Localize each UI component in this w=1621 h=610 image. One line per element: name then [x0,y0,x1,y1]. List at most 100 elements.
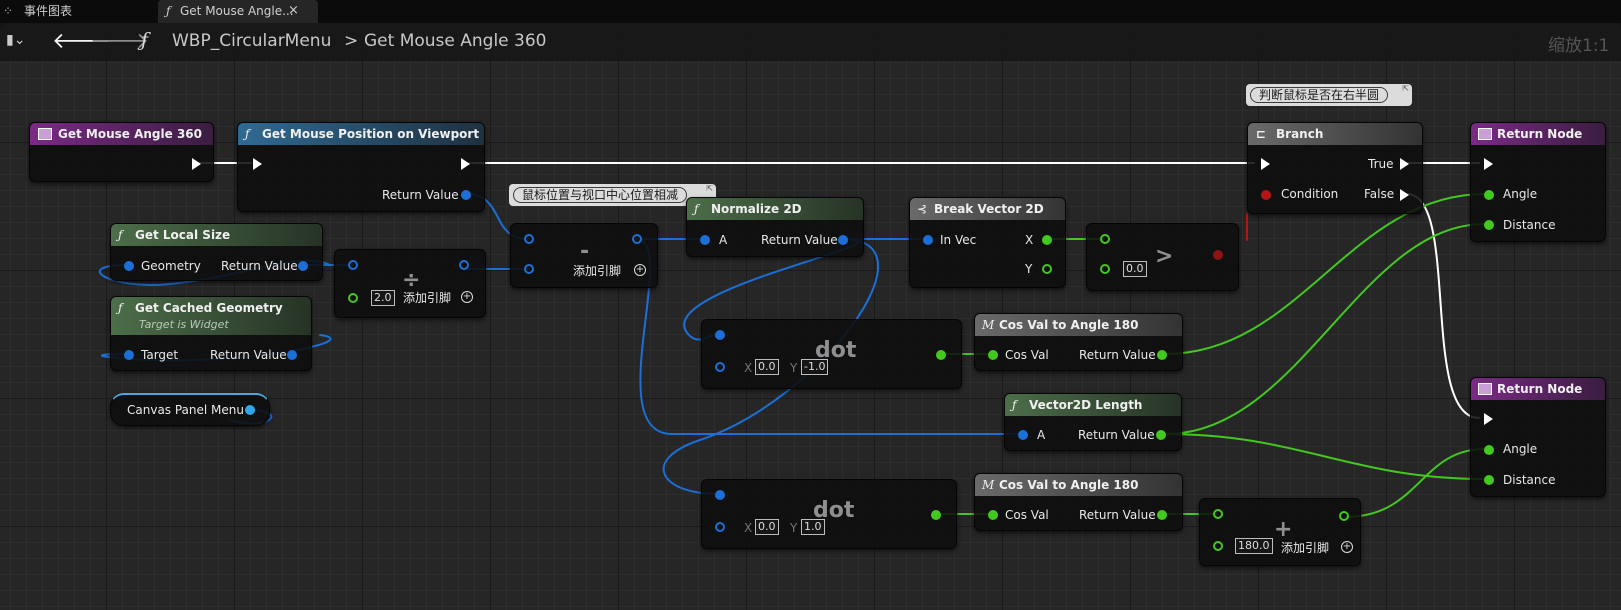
node-normalize-2d[interactable]: ƒ Normalize 2D A Return Value [686,197,864,257]
comment-text: 鼠标位置与视口中心位置相减 [513,187,688,203]
target-pin[interactable] [124,350,134,360]
return-value-pin[interactable] [461,190,471,200]
a-pin[interactable] [700,235,710,245]
cos-val-pin[interactable] [988,510,998,520]
node-greater-than[interactable]: > 0.0 [1086,223,1239,291]
tab-get-mouse-angle[interactable]: ƒ Get Mouse Angle... × [158,0,318,23]
x-pin[interactable] [1042,235,1052,245]
input-pin-a[interactable] [348,260,358,270]
y-pin[interactable] [1042,264,1052,274]
compare-value[interactable]: 0.0 [1123,261,1147,277]
return-value-pin[interactable] [1157,510,1167,520]
exec-in-pin[interactable] [253,158,262,170]
close-icon[interactable]: × [288,0,299,22]
input-pin-b[interactable] [715,522,725,532]
exec-in-pin[interactable] [1484,413,1493,425]
cos-val-pin[interactable] [988,350,998,360]
bookmark-icon[interactable]: ▮⌄ [6,32,25,48]
tab-label: 事件图表 [24,4,73,18]
input-pin-a[interactable] [1100,234,1110,244]
add-pin-label[interactable]: 添加引脚 [573,264,621,278]
return-value-pin[interactable] [1156,430,1166,440]
exec-true-pin[interactable] [1400,158,1409,170]
angle-pin[interactable] [1484,190,1494,200]
add-pin-label[interactable]: 添加引脚 [403,291,451,305]
breadcrumb-separator: > [344,31,359,51]
input-pin-b[interactable] [348,293,358,303]
comment-branch[interactable]: 判断鼠标是否在右半圆 ⇱ [1246,84,1412,106]
add-pin-icon[interactable]: + [1341,541,1353,553]
node-branch[interactable]: ⊏ Branch True Condition False [1247,122,1423,214]
output-pin[interactable] [632,234,642,244]
node-dot-2[interactable]: dot X 0.0 Y 1.0 [701,479,957,549]
return-value-pin[interactable] [298,261,308,271]
node-header: Get Mouse Angle 360 [30,123,213,145]
input-pin-b[interactable] [1213,541,1223,551]
node-get-cached-geometry[interactable]: ƒ Get Cached Geometry Target is Widget T… [110,296,312,371]
add-pin-icon[interactable]: + [634,264,646,276]
input-pin-b[interactable] [524,264,534,274]
breadcrumb-root[interactable]: WBP_CircularMenu [172,31,331,51]
canvas-output-pin[interactable] [245,405,255,415]
exec-out-pin[interactable] [192,158,201,170]
node-cos-to-angle-1[interactable]: M Cos Val to Angle 180 Cos Val Return Va… [974,313,1183,371]
input-pin-a[interactable] [715,330,725,340]
return-value-pin[interactable] [1157,350,1167,360]
node-vector2d-length[interactable]: ƒ Vector2D Length A Return Value [1004,393,1182,451]
tab-event-graph[interactable]: ⁘ 事件图表 [0,0,158,23]
node-title: Cos Val to Angle 180 [999,478,1139,492]
node-get-mouse-position[interactable]: ƒ Get Mouse Position on Viewport Return … [237,122,485,212]
node-add[interactable]: + 180.0 添加引脚 + [1199,498,1361,566]
pin-label-return-value: Return Value [210,348,287,362]
a-pin[interactable] [1018,430,1028,440]
exec-in-pin[interactable] [1484,158,1493,170]
condition-pin[interactable] [1261,190,1271,200]
exec-in-pin[interactable] [1261,158,1270,170]
node-function-entry[interactable]: Get Mouse Angle 360 [29,122,214,182]
add-pin-icon[interactable]: + [461,291,473,303]
return-value-pin[interactable] [838,235,848,245]
node-divide[interactable]: ÷ 2.0 添加引脚 + [334,249,486,318]
node-get-local-size[interactable]: ƒ Get Local Size Geometry Return Value [110,223,323,281]
output-pin[interactable] [931,510,941,520]
input-pin-a[interactable] [1213,509,1223,519]
exec-out-pin[interactable] [461,158,470,170]
divisor-value[interactable]: 2.0 [371,290,395,306]
output-pin[interactable] [936,350,946,360]
node-return-1[interactable]: Return Node Angle Distance [1470,122,1606,242]
y-value[interactable]: -1.0 [801,359,829,375]
input-pin-a[interactable] [524,234,534,244]
distance-pin[interactable] [1484,220,1494,230]
add-pin-label[interactable]: 添加引脚 [1281,541,1329,555]
y-value[interactable]: 1.0 [801,519,825,535]
node-canvas-panel-menu[interactable]: Canvas Panel Menu [110,393,270,426]
angle-pin[interactable] [1484,445,1494,455]
input-pin-a[interactable] [715,490,725,500]
node-break-vector-2d[interactable]: ⊰ Break Vector 2D In Vec X Y [909,197,1066,288]
node-return-2[interactable]: Return Node Angle Distance [1470,377,1606,497]
pin-label-x: X [1025,233,1034,247]
node-subtract[interactable]: - 添加引脚 + [510,223,658,288]
in-vec-pin[interactable] [923,235,933,245]
x-value[interactable]: 0.0 [755,519,779,535]
y-label: Y [790,521,798,535]
node-dot-1[interactable]: dot X 0.0 Y -1.0 [701,319,962,389]
node-cos-to-angle-2[interactable]: M Cos Val to Angle 180 Cos Val Return Va… [974,473,1183,531]
comment-subtract[interactable]: 鼠标位置与视口中心位置相减 ⇱ [509,184,716,206]
exec-false-pin[interactable] [1400,189,1409,201]
node-header: ⊏ Branch [1248,123,1422,145]
output-pin[interactable] [459,260,469,270]
input-pin-b[interactable] [1100,264,1110,274]
add-value[interactable]: 180.0 [1235,538,1273,554]
break-struct-icon: ⊰ [917,202,928,216]
input-pin-b[interactable] [715,362,725,372]
output-pin[interactable] [1339,511,1349,521]
geometry-pin[interactable] [124,261,134,271]
pin-label-return-value: Return Value [1079,508,1156,522]
bool-output-pin[interactable] [1213,250,1223,260]
pin-label-cos-val: Cos Val [1005,348,1049,362]
return-value-pin[interactable] [287,350,297,360]
distance-pin[interactable] [1484,475,1494,485]
x-value[interactable]: 0.0 [755,359,779,375]
node-header: ƒ Vector2D Length [1005,394,1181,416]
